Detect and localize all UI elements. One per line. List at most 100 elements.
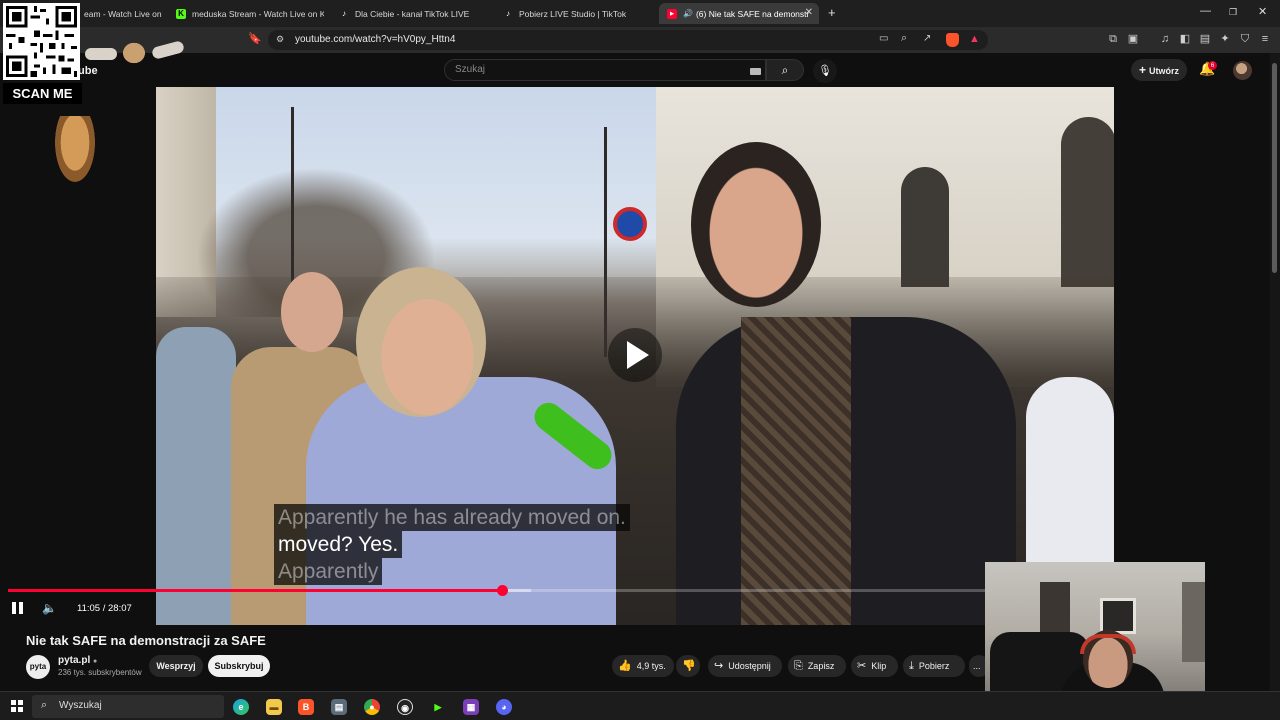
- site-info-icon[interactable]: ⚙: [276, 34, 284, 45]
- hamster-sticker: [55, 116, 95, 182]
- share-label: Udostępnij: [728, 661, 771, 671]
- caption-line: moved? Yes.: [274, 531, 403, 558]
- time-separator: /: [100, 603, 108, 614]
- progress-played: [8, 589, 502, 592]
- tab-label: Pobierz LIVE Studio | TikTok: [519, 8, 627, 19]
- channel-avatar[interactable]: pyta: [26, 655, 50, 679]
- page-scrollbar[interactable]: [1270, 53, 1280, 691]
- brave-rewards-icon[interactable]: ▲: [969, 33, 980, 45]
- download-label: Pobierz: [918, 661, 950, 671]
- taskbar-search[interactable]: ⌕ Wyszukaj: [32, 695, 224, 718]
- search-placeholder: Szukaj: [455, 64, 486, 75]
- youtube-header: ube Szukaj ⌕ 🎙 + Utwórz 🔔: [0, 53, 1280, 87]
- play-button[interactable]: [603, 327, 667, 383]
- brave-shield-icon[interactable]: [946, 33, 959, 47]
- video-title: Nie tak SAFE na demonstracji za SAFE: [26, 633, 266, 648]
- windows-logo-icon: [11, 707, 16, 712]
- progress-scrubber-handle[interactable]: [496, 585, 508, 596]
- subscriber-count: 236 tys. subskrybentów: [58, 668, 142, 677]
- taskbar-search-placeholder: Wyszukaj: [59, 700, 102, 711]
- cat-sticker: [120, 40, 148, 66]
- like-button[interactable]: 👍 4,9 tys.: [612, 655, 674, 677]
- create-button[interactable]: + Utwórz: [1131, 59, 1188, 81]
- edge-icon[interactable]: e: [233, 699, 249, 715]
- chrome-icon[interactable]: ●: [364, 699, 380, 715]
- volume-icon[interactable]: 🔈: [42, 601, 57, 615]
- account-avatar[interactable]: [1233, 61, 1252, 80]
- download-button[interactable]: ⤓ Pobierz: [903, 655, 965, 677]
- minimize-icon[interactable]: —: [1200, 5, 1211, 17]
- webcam-doorway: [1182, 582, 1205, 662]
- brave-icon[interactable]: B: [298, 699, 314, 715]
- clip-button[interactable]: ✂ Klip: [851, 655, 898, 677]
- pause-button[interactable]: [11, 602, 25, 615]
- time-current: 11:05: [77, 603, 101, 614]
- streaming-app-icon[interactable]: ▶: [430, 699, 446, 715]
- clip-label: Klip: [871, 661, 887, 671]
- close-tab-icon[interactable]: ✕: [805, 7, 813, 18]
- voice-search-icon[interactable]: 🎙: [813, 59, 837, 83]
- share-page-icon[interactable]: ↗: [923, 33, 931, 44]
- file-explorer-icon[interactable]: ▬: [266, 699, 282, 715]
- tab-label: (6) Nie tak SAFE na demonstr: [695, 8, 810, 19]
- search-input[interactable]: Szukaj: [444, 59, 766, 81]
- sidebar-icon[interactable]: ◧: [1178, 32, 1192, 46]
- bookmark-icon[interactable]: 🔖: [248, 32, 262, 46]
- channel-name[interactable]: pyta.pl ●: [58, 655, 97, 666]
- youtube-logo[interactable]: ube: [78, 65, 98, 77]
- chat-app-icon[interactable]: ▦: [463, 699, 479, 715]
- cast-icon[interactable]: ▭: [879, 33, 888, 44]
- start-button[interactable]: [11, 700, 23, 712]
- woman-interviewee-body: [306, 377, 616, 625]
- new-tab-button[interactable]: +: [828, 5, 836, 20]
- obs-icon[interactable]: ◉: [397, 699, 413, 715]
- browser-tab-4[interactable]: ♪ Pobierz LIVE Studio | TikTok: [495, 3, 653, 24]
- progress-bar[interactable]: [8, 589, 1120, 592]
- scrollbar-thumb[interactable]: [1272, 63, 1277, 273]
- app-icon[interactable]: ▤: [331, 699, 347, 715]
- browser-tab-3[interactable]: ♪ Dla Ciebie - kanał TikTok LIVE: [331, 3, 489, 24]
- address-bar[interactable]: ⚙ youtube.com/watch?v=hV0py_Httn4 ▭ ⌕ ↗ …: [268, 30, 988, 50]
- leo-ai-icon[interactable]: ✦: [1218, 32, 1232, 46]
- kick-icon: K: [176, 8, 186, 19]
- save-label: Zapisz: [807, 661, 835, 671]
- taskbar: ⌕ Wyszukaj e ▬ B ▤ ● ◉ ▶ ▦ ◕: [0, 691, 1280, 720]
- pause-icon: [12, 602, 16, 614]
- discord-icon[interactable]: ◕: [496, 699, 512, 715]
- url-text: youtube.com/watch?v=hV0py_Httn4: [295, 34, 456, 45]
- search-button[interactable]: ⌕: [766, 59, 804, 81]
- share-icon: ↪: [714, 660, 724, 672]
- scan-me-label: SCAN ME: [3, 83, 82, 104]
- webcam-picture-frame: [1100, 598, 1136, 634]
- support-button[interactable]: Wesprzyj: [149, 655, 203, 677]
- search-icon: ⌕: [781, 63, 789, 77]
- browser-tab-strip: K eam - Watch Live on K meduska Stream -…: [0, 0, 1280, 27]
- audio-playing-icon: 🔊: [683, 9, 693, 18]
- browser-tab-active[interactable]: ▶ 🔊 (6) Nie tak SAFE na demonstr ✕: [659, 3, 819, 24]
- media-icon[interactable]: ♫: [1158, 32, 1172, 46]
- pause-icon: [19, 602, 23, 614]
- dislike-button[interactable]: 👎: [676, 655, 700, 677]
- windows-logo-icon: [18, 707, 23, 712]
- extensions-icon[interactable]: ⧉: [1106, 32, 1120, 46]
- share-button[interactable]: ↪ Udostępnij: [708, 655, 782, 677]
- tab-label: eam - Watch Live on: [84, 8, 162, 19]
- keyboard-icon[interactable]: [750, 68, 761, 75]
- restore-icon[interactable]: ❐: [1229, 7, 1237, 18]
- zoom-icon[interactable]: ⌕: [901, 32, 907, 45]
- screenshot-icon[interactable]: ▣: [1126, 32, 1140, 46]
- person-left-coat: [156, 327, 236, 625]
- close-window-icon[interactable]: ✕: [1258, 5, 1267, 18]
- road-sign: [613, 207, 647, 241]
- wallet-icon[interactable]: ▤: [1198, 32, 1212, 46]
- menu-icon[interactable]: ≡: [1258, 32, 1272, 46]
- vpn-icon[interactable]: ⛉: [1238, 32, 1252, 46]
- create-label: Utwórz: [1149, 66, 1180, 76]
- caption-line: Apparently: [274, 558, 383, 585]
- subscribe-button[interactable]: Subskrybuj: [208, 655, 270, 677]
- video-player[interactable]: Apparently he has already moved on. move…: [156, 87, 1114, 625]
- thumbs-up-icon: 👍: [618, 660, 632, 672]
- save-button[interactable]: ⎘ Zapisz: [788, 655, 846, 677]
- building-arch: [1061, 117, 1114, 287]
- browser-tab-2[interactable]: K meduska Stream - Watch Live on Kic: [168, 3, 324, 24]
